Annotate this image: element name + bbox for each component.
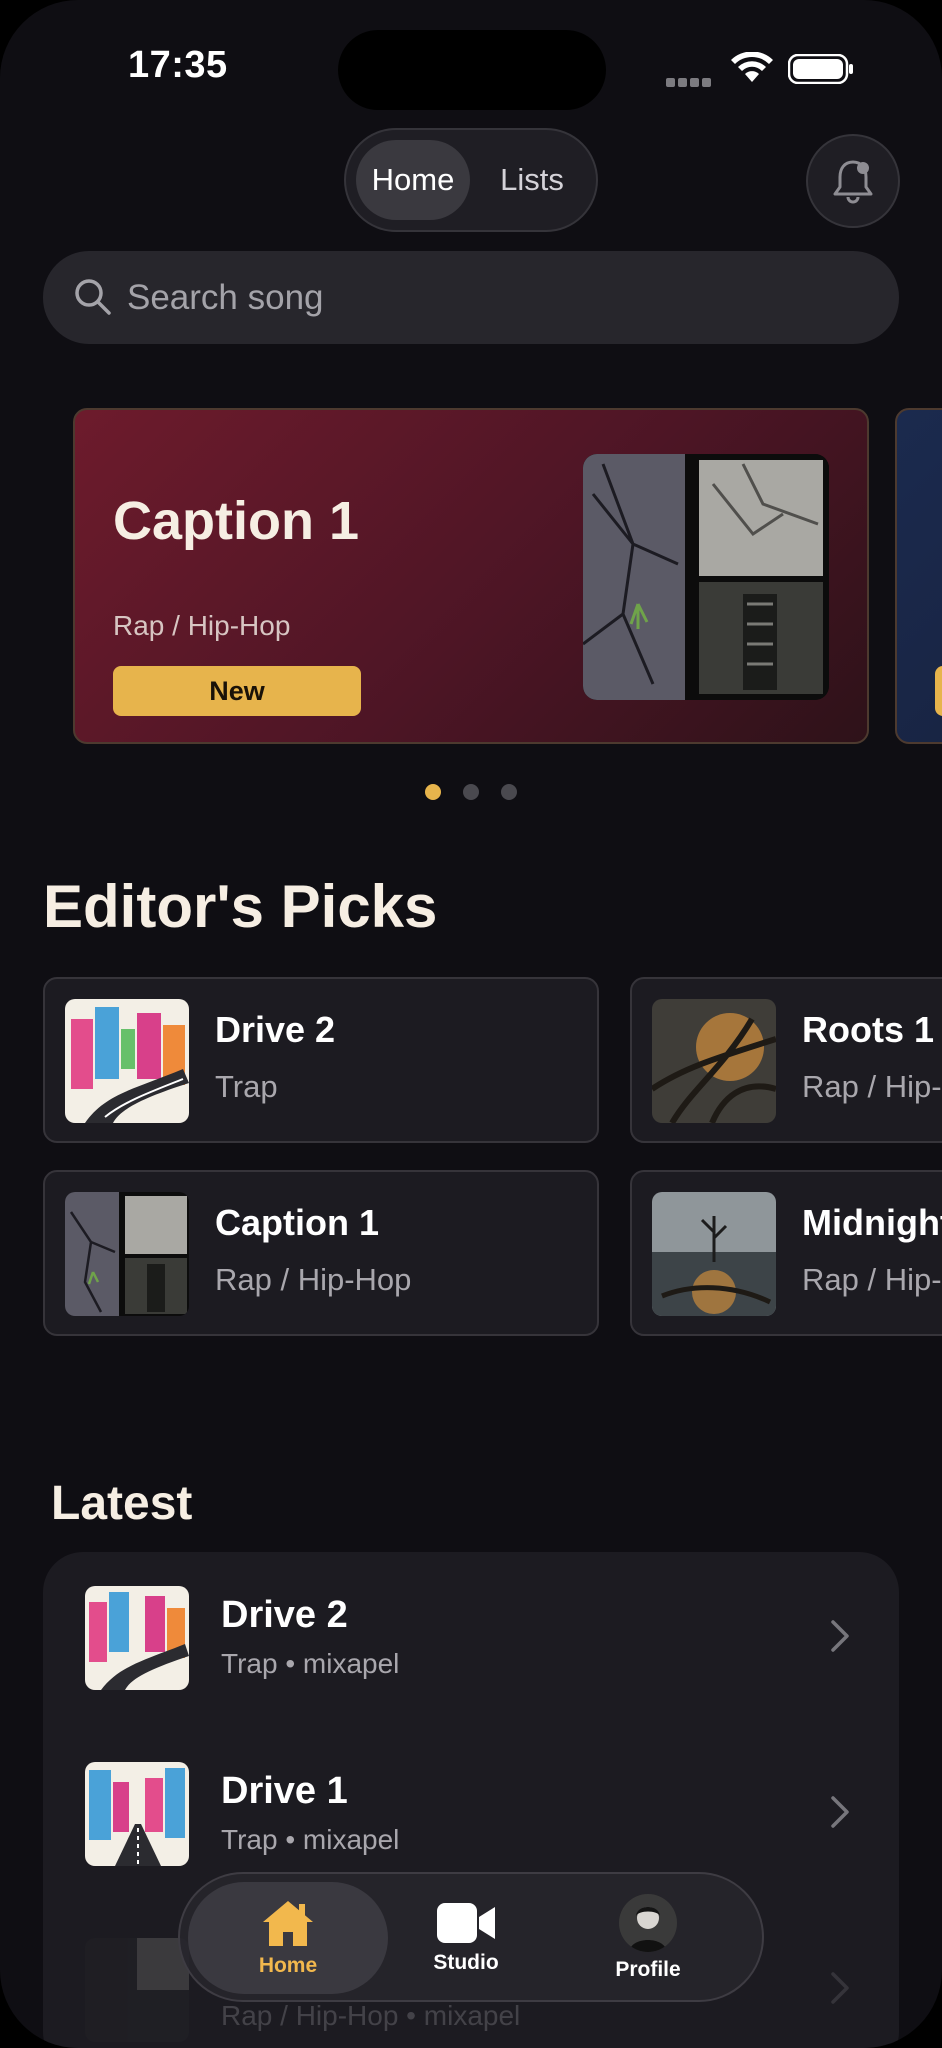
song-title: Drive 1 — [221, 1770, 348, 1812]
pick-genre: Rap / Hip-Hop — [802, 1262, 942, 1297]
app-screen: 17:35 Home Lists Caption 1 Rap / Hip-Hop — [0, 0, 942, 2048]
notifications-button[interactable] — [806, 134, 900, 228]
list-item[interactable]: Drive 2 Trap • mixapel — [43, 1552, 899, 1728]
featured-genre: Rap / Hip-Hop — [113, 610, 291, 641]
latest-heading: Latest — [51, 1477, 193, 1530]
house-icon — [263, 1901, 313, 1946]
chevron-right-icon — [831, 1972, 849, 2004]
song-meta: Rap / Hip-Hop • mixapel — [221, 2000, 521, 2031]
song-cover-art — [85, 1938, 189, 2042]
search-bar — [43, 251, 899, 344]
tab-lists[interactable]: Lists — [480, 140, 584, 220]
pick-title: Caption 1 — [215, 1202, 380, 1243]
avatar — [619, 1894, 677, 1952]
tab-bar-home[interactable]: Home — [188, 1882, 388, 1994]
pick-title: Drive 2 — [215, 1009, 336, 1050]
pick-card[interactable]: Midnight Rap / Hip-Hop — [630, 1170, 942, 1336]
chevron-right-icon — [831, 1796, 849, 1828]
featured-title: Caption 1 — [113, 491, 360, 551]
tab-bar-home-label: Home — [258, 1954, 318, 1977]
tab-bar-profile[interactable]: Profile — [568, 1882, 728, 1994]
pick-cover-art — [65, 1192, 189, 1316]
carousel-pagination[interactable] — [425, 784, 517, 800]
featured-cover-art — [583, 454, 829, 700]
featured-card[interactable]: Caption 1 Rap / Hip-Hop New — [73, 408, 869, 744]
pick-cover-art — [652, 999, 776, 1123]
pick-title: Roots 1 — [802, 1009, 935, 1050]
editors-picks-heading: Editor's Picks — [43, 873, 438, 940]
search-input[interactable] — [83, 251, 823, 344]
pick-title: Midnight — [802, 1202, 942, 1243]
battery-icon — [788, 54, 853, 84]
next-card-badge — [935, 666, 942, 716]
home-lists-switcher: Home Lists — [344, 128, 598, 232]
cellular-signal-icon — [666, 74, 716, 87]
bell-icon — [833, 160, 873, 204]
tab-home[interactable]: Home — [356, 140, 470, 220]
pick-cover-art — [652, 1192, 776, 1316]
pick-cover-art — [65, 999, 189, 1123]
song-meta: Trap • mixapel — [221, 1648, 400, 1679]
song-cover-art — [85, 1762, 189, 1866]
pick-genre: Rap / Hip-Hop — [215, 1262, 412, 1297]
pick-card[interactable]: Roots 1 Rap / Hip-Hop — [630, 977, 942, 1143]
page-dot-2[interactable] — [463, 784, 479, 800]
dynamic-island — [338, 30, 606, 110]
song-title: Drive 2 — [221, 1594, 348, 1636]
bottom-tab-bar: Home Studio Profile — [178, 1872, 764, 2002]
new-badge[interactable]: New — [113, 666, 361, 716]
tab-bar-studio[interactable]: Studio — [386, 1882, 546, 1994]
page-dot-1[interactable] — [425, 784, 441, 800]
song-meta: Trap • mixapel — [221, 1824, 400, 1855]
wifi-icon — [731, 52, 773, 82]
featured-card-next[interactable] — [895, 408, 942, 744]
song-cover-art — [85, 1586, 189, 1690]
pick-genre: Trap — [215, 1069, 278, 1104]
status-time: 17:35 — [128, 44, 228, 86]
pick-genre: Rap / Hip-Hop — [802, 1069, 942, 1104]
pick-card[interactable]: Drive 2 Trap — [43, 977, 599, 1143]
chevron-right-icon — [831, 1620, 849, 1652]
video-camera-icon — [437, 1903, 495, 1943]
pick-card[interactable]: Caption 1 Rap / Hip-Hop — [43, 1170, 599, 1336]
tab-bar-studio-label: Studio — [433, 1951, 499, 1974]
page-dot-3[interactable] — [501, 784, 517, 800]
tab-bar-profile-label: Profile — [615, 1958, 681, 1981]
